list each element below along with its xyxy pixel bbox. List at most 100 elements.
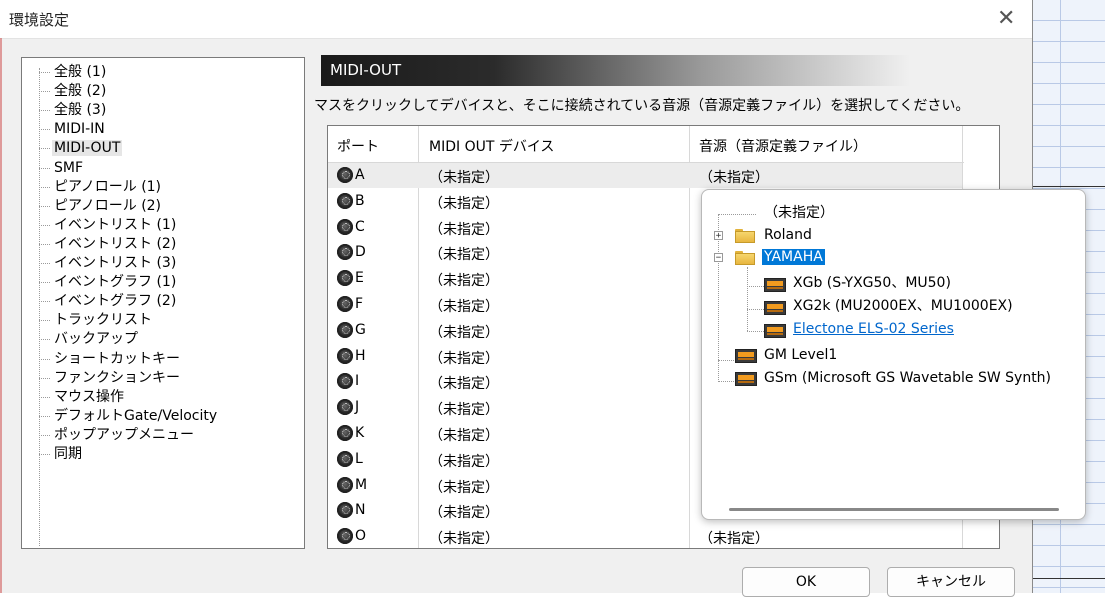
midi-port-icon [337, 322, 353, 338]
device-cell[interactable]: （未指定） [429, 167, 499, 187]
device-cell[interactable]: （未指定） [429, 322, 499, 342]
tree-item[interactable]: 全般 (1) [39, 64, 108, 80]
device-cell[interactable]: （未指定） [429, 193, 499, 213]
panel-header: MIDI-OUT [321, 55, 1014, 86]
tree-connector [39, 377, 50, 379]
port-cell: D [355, 244, 366, 260]
source-option-gm1[interactable]: GM Level1 [762, 345, 839, 365]
grid-row[interactable]: O （未指定） （未指定） [328, 524, 962, 548]
port-cell: M [355, 477, 368, 493]
instruction-text: マスをクリックしてデバイスと、そこに接続されている音源（音源定義ファイル）を選択… [314, 98, 970, 114]
device-cell[interactable]: （未指定） [429, 348, 499, 368]
tree-item[interactable]: ピアノロール (2) [39, 198, 163, 214]
tree-connector [39, 109, 50, 111]
device-cell[interactable]: （未指定） [429, 296, 499, 316]
tree-item[interactable]: デフォルトGate/Velocity [39, 408, 219, 424]
tree-connector [39, 243, 50, 245]
tree-item[interactable]: イベントリスト (3) [39, 255, 178, 271]
grid-header: ポート MIDI OUT デバイス 音源（音源定義ファイル） [328, 126, 999, 163]
tree-connector [39, 434, 50, 436]
sound-module-icon [735, 372, 757, 386]
tree-connector [39, 147, 50, 149]
tree-item[interactable]: トラックリスト [39, 312, 154, 328]
device-cell[interactable]: （未指定） [429, 528, 499, 548]
tree-item[interactable]: マウス操作 [39, 389, 126, 405]
source-folder-roland[interactable]: Roland [762, 225, 814, 245]
tree-item-label: 全般 (3) [54, 102, 107, 118]
tree-item[interactable]: イベントグラフ (2) [39, 293, 178, 309]
column-header-port[interactable]: ポート [337, 136, 379, 156]
grid-row[interactable]: A （未指定） （未指定） [328, 163, 962, 188]
tree-item[interactable]: SMF [39, 160, 85, 176]
tree-item-label: 全般 (2) [54, 83, 107, 99]
midi-port-icon [337, 244, 353, 260]
column-header-device[interactable]: MIDI OUT デバイス [429, 136, 554, 156]
port-cell: J [355, 399, 360, 415]
popup-horizontal-scrollbar[interactable] [729, 508, 1059, 511]
tree-item[interactable]: MIDI-IN [39, 121, 107, 137]
tree-item-label: ファンクションキー [54, 370, 180, 386]
tree-item[interactable]: ショートカットキー [39, 351, 182, 367]
tree-connector [718, 214, 756, 215]
tree-item[interactable]: イベントリスト (1) [39, 217, 178, 233]
midi-port-icon [337, 399, 353, 415]
title-bar: 環境設定 ✕ [0, 0, 1032, 39]
source-cell[interactable]: （未指定） [699, 528, 769, 548]
tree-item-label: MIDI-OUT [52, 140, 123, 156]
port-cell: N [355, 502, 366, 518]
port-cell: C [355, 219, 365, 235]
device-cell[interactable]: （未指定） [429, 244, 499, 264]
port-cell: L [355, 451, 363, 467]
tree-item[interactable]: ファンクションキー [39, 370, 182, 386]
port-cell: G [355, 322, 366, 338]
device-cell[interactable]: （未指定） [429, 502, 499, 522]
tree-connector [39, 338, 50, 340]
tree-item-label: イベントグラフ (1) [54, 274, 177, 290]
port-cell: I [355, 373, 360, 389]
collapse-icon[interactable]: − [714, 253, 723, 263]
sound-module-icon [735, 349, 757, 363]
background-line [1033, 578, 1105, 579]
tree-item[interactable]: 全般 (3) [39, 102, 108, 118]
midi-port-icon [337, 193, 353, 209]
source-cell[interactable]: （未指定） [699, 167, 769, 187]
tree-item-label: 同期 [54, 446, 82, 462]
tree-item[interactable]: MIDI-OUT [39, 140, 123, 156]
device-cell[interactable]: （未指定） [429, 425, 499, 445]
source-option-gsm[interactable]: GSm (Microsoft GS Wavetable SW Synth) [762, 368, 1053, 388]
tree-item-label: ピアノロール (1) [54, 179, 162, 195]
source-option-electone[interactable]: Electone ELS-02 Series [791, 319, 956, 339]
source-option-unspecified[interactable]: （未指定） [762, 203, 836, 223]
close-icon[interactable]: ✕ [997, 6, 1015, 31]
tree-item[interactable]: イベントリスト (2) [39, 236, 178, 252]
midi-port-icon [337, 167, 353, 183]
midi-port-icon [337, 425, 353, 441]
source-folder-yamaha[interactable]: YAMAHA [762, 247, 825, 267]
device-cell[interactable]: （未指定） [429, 219, 499, 239]
device-cell[interactable]: （未指定） [429, 451, 499, 471]
tree-item[interactable]: バックアップ [39, 331, 140, 347]
device-cell[interactable]: （未指定） [429, 373, 499, 393]
folder-icon [735, 229, 755, 243]
tree-connector [39, 90, 50, 92]
window-edge [0, 38, 2, 593]
device-cell[interactable]: （未指定） [429, 399, 499, 419]
background-line [1033, 186, 1105, 187]
tree-item[interactable]: ポップアップメニュー [39, 427, 196, 443]
tree-connector [747, 309, 764, 310]
tree-item[interactable]: イベントグラフ (1) [39, 274, 178, 290]
source-dropdown-tree: （未指定） + Roland − YAMAHA XGb (S-YXG50、MU5… [701, 189, 1086, 520]
source-option-xg2k[interactable]: XG2k (MU2000EX、MU1000EX) [791, 296, 1015, 316]
device-cell[interactable]: （未指定） [429, 270, 499, 290]
column-header-source[interactable]: 音源（音源定義ファイル） [699, 136, 867, 156]
midi-port-icon [337, 296, 353, 312]
tree-item[interactable]: 同期 [39, 446, 84, 462]
device-cell[interactable]: （未指定） [429, 477, 499, 497]
expand-icon[interactable]: + [714, 231, 723, 241]
source-option-xgb[interactable]: XGb (S-YXG50、MU50) [791, 273, 953, 293]
tree-item[interactable]: 全般 (2) [39, 83, 108, 99]
port-cell: A [355, 167, 365, 183]
tree-item[interactable]: ピアノロール (1) [39, 179, 163, 195]
category-tree[interactable]: 全般 (1) 全般 (2) 全般 (3) MIDI-IN MIDI-OUT SMF ピアノロ… [21, 57, 305, 549]
settings-dialog: 環境設定 ✕ 全般 (1) 全般 (2) 全般 (3) MIDI-IN MIDI-OUT… [0, 0, 1086, 597]
